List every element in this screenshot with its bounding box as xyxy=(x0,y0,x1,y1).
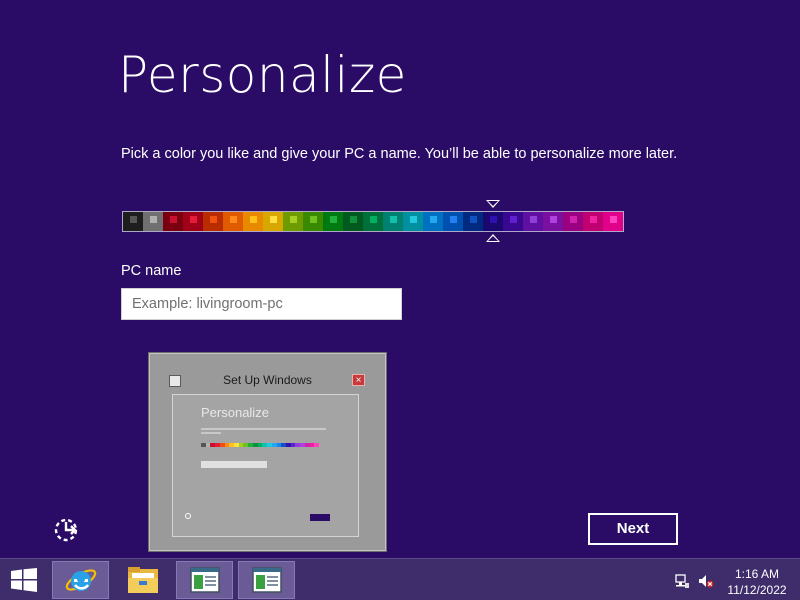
ease-of-access-icon[interactable] xyxy=(50,514,82,546)
network-icon[interactable] xyxy=(674,573,690,589)
color-swatch-accent xyxy=(190,216,197,223)
color-swatch[interactable] xyxy=(243,212,263,231)
taskbar-internet-explorer[interactable] xyxy=(52,561,109,599)
color-swatch[interactable] xyxy=(263,212,283,231)
color-swatch-accent xyxy=(490,216,497,223)
preview-palette xyxy=(201,443,319,447)
color-swatch[interactable] xyxy=(203,212,223,231)
color-swatch-accent xyxy=(130,216,137,223)
color-swatch[interactable] xyxy=(183,212,203,231)
color-selector-top-arrow[interactable] xyxy=(486,200,500,208)
color-swatch-accent xyxy=(170,216,177,223)
preview-close-button[interactable]: × xyxy=(352,374,365,386)
taskbar: 1:16 AM 11/12/2022 xyxy=(0,558,800,600)
pc-name-label: PC name xyxy=(121,263,182,279)
preview-next-button xyxy=(310,514,330,521)
clock-time: 1:16 AM xyxy=(734,567,780,581)
volume-muted-icon[interactable] xyxy=(698,573,714,589)
color-swatch[interactable] xyxy=(523,212,543,231)
color-swatch-accent xyxy=(270,216,277,223)
color-swatch-accent xyxy=(370,216,377,223)
color-swatch-accent xyxy=(410,216,417,223)
color-swatch[interactable] xyxy=(503,212,523,231)
page-description: Pick a color you like and give your PC a… xyxy=(121,146,678,162)
color-swatch[interactable] xyxy=(343,212,363,231)
color-swatch-accent xyxy=(350,216,357,223)
color-swatch-accent xyxy=(610,216,617,223)
preview-swatch xyxy=(314,443,319,447)
next-button[interactable]: Next xyxy=(588,513,678,545)
color-swatch[interactable] xyxy=(463,212,483,231)
taskbar-setup-window-2[interactable] xyxy=(238,561,295,599)
color-swatch[interactable] xyxy=(363,212,383,231)
setup-window-icon xyxy=(251,567,282,593)
clock-date: 11/12/2022 xyxy=(727,583,787,597)
color-swatch[interactable] xyxy=(403,212,423,231)
setup-window-icon xyxy=(189,567,220,593)
color-swatch[interactable] xyxy=(443,212,463,231)
color-swatch-accent xyxy=(390,216,397,223)
page-title: Personalize xyxy=(118,46,407,104)
color-swatch-accent xyxy=(150,216,157,223)
preview-text-line xyxy=(201,428,326,430)
color-swatch[interactable] xyxy=(223,212,243,231)
color-swatch[interactable] xyxy=(383,212,403,231)
color-swatch-accent xyxy=(510,216,517,223)
windows-start-icon[interactable] xyxy=(10,568,38,592)
system-clock[interactable]: 1:16 AM 11/12/2022 xyxy=(722,566,792,598)
color-swatch-accent xyxy=(330,216,337,223)
preview-text-line xyxy=(201,432,221,434)
color-swatch-accent xyxy=(230,216,237,223)
taskbar-setup-window-1[interactable] xyxy=(176,561,233,599)
taskbar-file-explorer[interactable] xyxy=(114,561,171,599)
color-swatch[interactable] xyxy=(563,212,583,231)
color-swatch-accent xyxy=(450,216,457,223)
preview-heading: Personalize xyxy=(201,405,269,420)
color-swatch[interactable] xyxy=(123,212,143,231)
color-swatch-accent xyxy=(310,216,317,223)
color-swatch-accent xyxy=(470,216,477,223)
preview-access-icon xyxy=(185,513,191,519)
color-swatch[interactable] xyxy=(423,212,443,231)
color-swatch[interactable] xyxy=(283,212,303,231)
color-swatch-accent xyxy=(290,216,297,223)
preview-window-content: Personalize xyxy=(172,394,359,537)
color-swatch[interactable] xyxy=(163,212,183,231)
folder-icon xyxy=(127,567,158,593)
pc-name-input[interactable] xyxy=(121,288,402,320)
preview-window-title: Set Up Windows xyxy=(223,373,312,387)
window-preview-thumbnail[interactable]: Set Up Windows × Personalize xyxy=(149,353,386,551)
color-swatch-accent xyxy=(430,216,437,223)
color-swatch[interactable] xyxy=(323,212,343,231)
color-swatch[interactable] xyxy=(303,212,323,231)
color-swatch[interactable] xyxy=(483,212,503,231)
color-swatch-accent xyxy=(250,216,257,223)
color-swatch[interactable] xyxy=(603,212,623,231)
color-swatch-accent xyxy=(570,216,577,223)
preview-input xyxy=(201,461,267,468)
internet-explorer-icon xyxy=(65,569,96,591)
color-swatch[interactable] xyxy=(543,212,563,231)
color-palette[interactable] xyxy=(122,211,624,232)
color-swatch[interactable] xyxy=(143,212,163,231)
color-swatch-accent xyxy=(530,216,537,223)
color-swatch-accent xyxy=(550,216,557,223)
color-swatch-accent xyxy=(590,216,597,223)
color-selector-bottom-arrow[interactable] xyxy=(486,234,500,242)
color-swatch-accent xyxy=(210,216,217,223)
color-swatch[interactable] xyxy=(583,212,603,231)
